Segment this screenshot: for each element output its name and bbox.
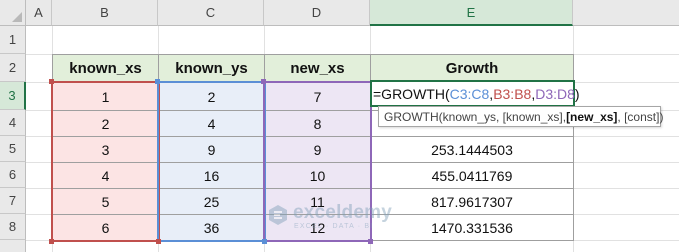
column-header-c[interactable]: C [158,0,264,26]
cell-c7[interactable]: 25 [158,188,265,215]
cell-c5[interactable]: 9 [158,136,265,163]
row-header-2[interactable]: 2 [0,54,26,82]
tooltip-active-arg: [new_xs] [566,109,618,124]
header-growth[interactable]: Growth [370,54,574,83]
cell-d4[interactable]: 8 [264,110,371,137]
cell-b3[interactable]: 1 [52,82,159,111]
row-header-3[interactable]: 3 [0,82,26,110]
formula-ref-d3-d8: D3:D8 [535,85,575,102]
row-header-1[interactable]: 1 [0,26,26,54]
watermark-tagline: EXCEL · DATA · BI [294,223,374,230]
cell-e6[interactable]: 455.0411769 [370,162,574,189]
cell-c3[interactable]: 2 [158,82,265,111]
cell-b5[interactable]: 3 [52,136,159,163]
row-header-7[interactable]: 7 [0,188,26,214]
header-known-xs[interactable]: known_xs [52,54,159,83]
range-handle[interactable] [261,79,266,84]
cell-d3[interactable]: 7 [264,82,371,111]
cell-b6[interactable]: 4 [52,162,159,189]
cell-b4[interactable]: 2 [52,110,159,137]
select-all-icon [12,12,22,22]
cell-c6[interactable]: 16 [158,162,265,189]
formula-ref-c3-c8: C3:C8 [449,85,490,102]
header-known-ys[interactable]: known_ys [158,54,265,83]
formula-ref-b3-b8: B3:B8 [493,85,532,102]
range-handle[interactable] [155,79,160,84]
cell-e5[interactable]: 253.1444503 [370,136,574,163]
range-handle[interactable] [49,79,54,84]
cell-b7[interactable]: 5 [52,188,159,215]
formula-edit-cell-e3[interactable]: =GROWTH(C3:C8, B3:B8, D3:D8) [370,80,580,107]
spreadsheet-grid: A B C D E 1 2 3 4 5 6 7 8 known_xs known… [0,0,679,252]
exceldemy-watermark: exceldemy EXCEL · DATA · BI [267,202,417,234]
watermark-name: exceldemy [293,202,392,223]
exceldemy-logo-icon [269,205,287,225]
row-header-9[interactable] [0,240,26,252]
column-header-d[interactable]: D [264,0,370,26]
column-header-blank[interactable] [573,0,679,26]
row-header-5[interactable]: 5 [0,136,26,162]
cell-d6[interactable]: 10 [264,162,371,189]
tooltip-args-rest: , [const]) [617,109,664,124]
range-handle[interactable] [262,239,267,244]
tooltip-function-name[interactable]: GROWTH( [384,110,443,124]
range-handle[interactable] [156,239,161,244]
tooltip-args: known_ys, [known_xs], [442,109,567,124]
header-new-xs[interactable]: new_xs [264,54,371,83]
cell-b8[interactable]: 6 [52,214,159,241]
row-header-8[interactable]: 8 [0,214,26,240]
range-handle[interactable] [49,239,54,244]
function-arguments-tooltip[interactable]: GROWTH(known_ys, [known_xs], [new_xs], [… [378,106,664,127]
formula-prefix: =GROWTH( [373,85,450,102]
select-all-corner[interactable] [0,0,26,26]
cell-c8[interactable]: 36 [158,214,265,241]
column-header-a[interactable]: A [26,0,52,26]
cell-d5[interactable]: 9 [264,136,371,163]
cell-c4[interactable]: 4 [158,110,265,137]
column-header-e[interactable]: E [370,0,573,26]
row-header-6[interactable]: 6 [0,162,26,188]
formula-suffix: ) [574,85,580,102]
column-header-b[interactable]: B [52,0,158,26]
row-header-4[interactable]: 4 [0,110,26,136]
range-handle[interactable] [368,239,373,244]
